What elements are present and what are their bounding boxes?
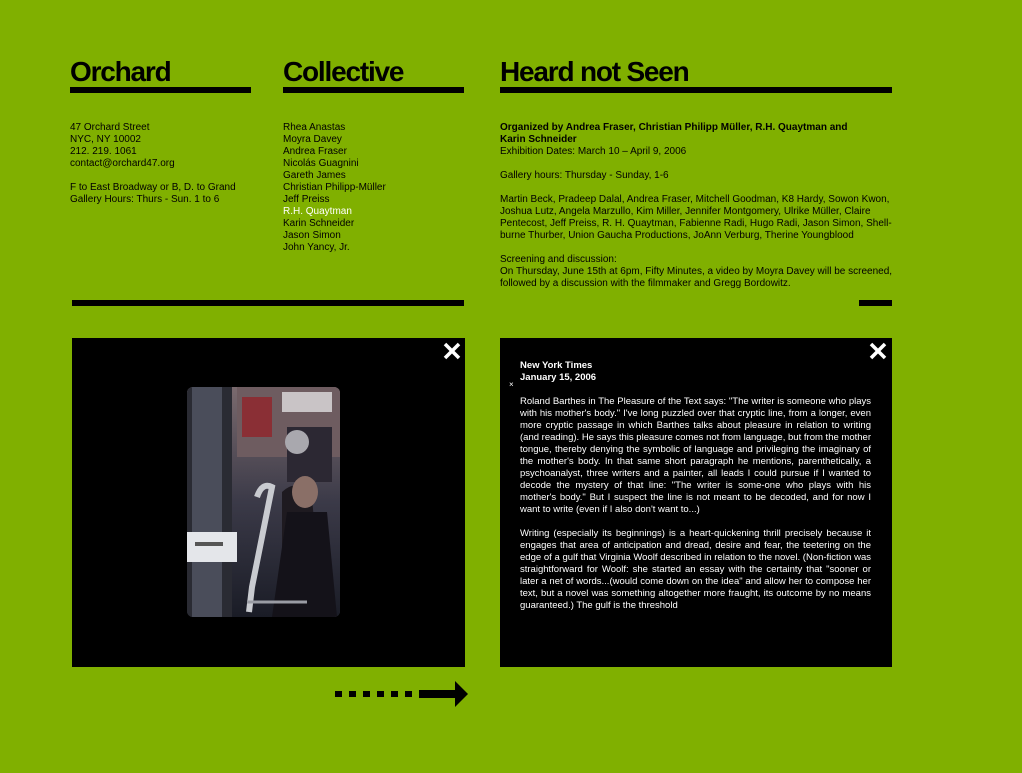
orchard-title: Orchard	[70, 56, 172, 87]
contact-info: 47 Orchard Street NYC, NY 10002 212. 219…	[70, 122, 236, 206]
organizers-line: Karin Schneider	[500, 134, 577, 145]
article-paragraph: Writing (especially its beginnings) is a…	[520, 528, 871, 611]
member-link[interactable]: Nicolás Guagnini	[283, 158, 386, 170]
member-link[interactable]: Moyra Davey	[283, 134, 386, 146]
email-link[interactable]: contact@orchard47.org	[70, 158, 236, 170]
city-line: NYC, NY 10002	[70, 134, 141, 145]
address-line: 47 Orchard Street	[70, 122, 150, 133]
header-rule-orchard	[70, 87, 251, 93]
separator-rule	[72, 300, 464, 306]
exhibition-dates: Exhibition Dates: March 10 – April 9, 20…	[500, 146, 687, 157]
member-link-active[interactable]: R.H. Quaytman	[283, 206, 386, 218]
street-photo	[187, 387, 340, 617]
article-text: New York Times January 15, 2006 Roland B…	[520, 360, 871, 624]
next-arrow-icon[interactable]	[335, 680, 470, 708]
artist-list-line: Joshua Lutz, Angela Marzullo, Kim Miller…	[500, 206, 871, 217]
close-icon[interactable]	[441, 340, 463, 362]
article-paragraph: Roland Barthes in The Pleasure of the Te…	[520, 396, 871, 515]
member-link[interactable]: John Yancy, Jr.	[283, 242, 386, 254]
member-link[interactable]: Christian Philipp-Müller	[283, 182, 386, 194]
close-icon[interactable]	[867, 340, 889, 362]
member-link[interactable]: Jeff Preiss	[283, 194, 386, 206]
header-rule-collective	[283, 87, 464, 93]
artist-list-line: Pentecost, Jeff Preiss, R. H. Quaytman, …	[500, 218, 892, 229]
image-panel	[72, 338, 465, 667]
member-link[interactable]: Andrea Fraser	[283, 146, 386, 158]
screening-line: On Thursday, June 15th at 6pm, Fifty Min…	[500, 266, 893, 277]
screening-title: Screening and discussion:	[500, 254, 617, 265]
header-rule-exhibition	[500, 87, 892, 93]
exhibition-info: Organized by Andrea Fraser, Christian Ph…	[500, 122, 892, 290]
article-date: January 15, 2006	[520, 372, 597, 383]
gallery-hours: Gallery hours: Thursday - Sunday, 1-6	[500, 170, 669, 181]
artist-list-line: burne Thurber, Union Gaucha Productions,…	[500, 230, 854, 241]
exhibition-title: Heard not Seen	[500, 56, 690, 87]
artist-list-line: Martin Beck, Pradeep Dalal, Andrea Frase…	[500, 194, 890, 205]
article-source: New York Times	[520, 360, 593, 371]
collective-title: Collective	[283, 56, 404, 87]
collective-member-list: Rhea Anastas Moyra Davey Andrea Fraser N…	[283, 122, 386, 254]
small-mark-icon: ×	[509, 380, 514, 389]
article-panel: × New York Times January 15, 2006 Roland…	[500, 338, 892, 667]
member-link[interactable]: Karin Schneider	[283, 218, 386, 230]
directions-line: F to East Broadway or B, D. to Grand	[70, 182, 236, 193]
member-link[interactable]: Rhea Anastas	[283, 122, 386, 134]
member-link[interactable]: Jason Simon	[283, 230, 386, 242]
member-link[interactable]: Gareth James	[283, 170, 386, 182]
phone-line: 212. 219. 1061	[70, 146, 137, 157]
screening-line: followed by a discussion with the filmma…	[500, 278, 791, 289]
separator-rule-short	[859, 300, 892, 306]
organizers-line: Organized by Andrea Fraser, Christian Ph…	[500, 122, 848, 133]
hours-line: Gallery Hours: Thurs - Sun. 1 to 6	[70, 194, 220, 205]
